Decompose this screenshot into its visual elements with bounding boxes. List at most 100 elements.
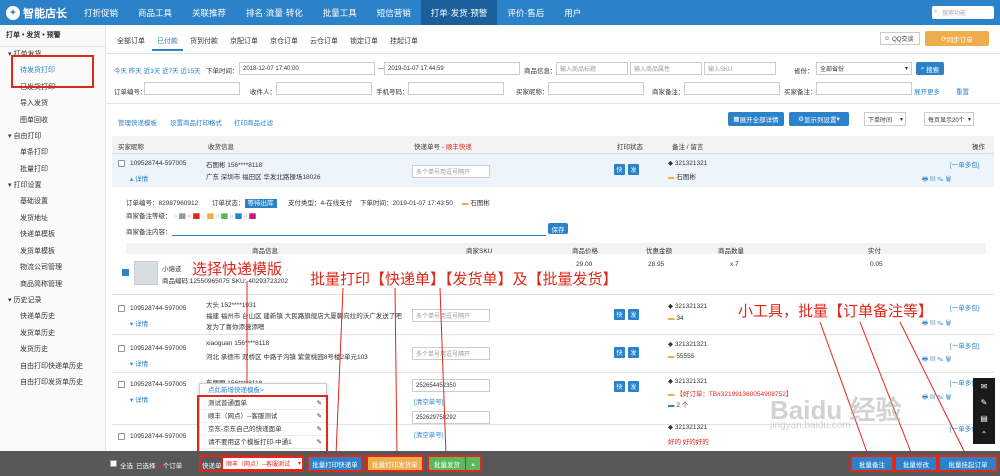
time-to-input[interactable]: 2019-01-07 17:44:59 — [384, 62, 520, 75]
nav-related[interactable]: 关联推荐 — [182, 0, 236, 25]
sidebar-item-basic[interactable]: 基础设置 — [0, 194, 105, 211]
sidebar-group-history[interactable]: ▾ 历史记录 — [0, 293, 105, 309]
sync-orders-button[interactable]: ⟳ 同步订单 — [925, 31, 989, 46]
tab-paid[interactable]: 已付款 — [152, 33, 183, 51]
tab-all[interactable]: 全部订单 — [112, 33, 150, 51]
display-cols-button[interactable]: ⚙ 显示列设置 ▾ — [789, 112, 849, 126]
row-action-icons[interactable]: 🖶 ▤ ✎ 🗑 — [922, 355, 951, 366]
delivery-print-button[interactable]: 发 — [628, 381, 639, 392]
nav-sms[interactable]: 短信营销 — [367, 0, 421, 25]
express-no-input[interactable]: 252654452350 — [412, 379, 490, 392]
express-no-input[interactable]: 多个单号用逗号隔开 — [412, 165, 490, 178]
order-by-select[interactable]: 下单时间 ▾ — [864, 112, 906, 126]
clear-express-link[interactable]: [清空单号] — [414, 396, 444, 406]
detail-toggle[interactable]: ▾ 详情 — [130, 358, 148, 368]
time-from-input[interactable]: 2018-12-07 17:40:00 — [239, 62, 375, 75]
detail-toggle[interactable]: ▴ 详情 — [130, 173, 148, 183]
row-action-icons[interactable]: 🖶 ▤ ✎ 🗑 — [922, 393, 951, 404]
nav-search-input[interactable]: ⌕ 搜索功能 — [932, 6, 994, 19]
message-icon[interactable]: ▤ — [973, 410, 995, 426]
quick-date-links[interactable]: 今天 昨天 近3天 近7天 近15天 — [114, 65, 201, 75]
tab-cod[interactable]: 货到付款 — [185, 33, 223, 51]
goods-print-format-link[interactable]: 设置商品打印格式 — [170, 117, 222, 127]
note-content-input[interactable] — [172, 223, 546, 236]
manage-express-tpl-link[interactable]: 管理快递模板 — [118, 117, 157, 127]
sidebar-item-delivery-history[interactable]: 发货单历史 — [0, 326, 105, 343]
split-package-link[interactable]: [一单多包] — [950, 302, 980, 312]
per-page-select[interactable]: 每页显示20个 ▾ — [924, 112, 974, 126]
sidebar-item-free-delivery-history[interactable]: 自由打印发货单历史 — [0, 375, 105, 392]
sidebar-group-print-settings[interactable]: ▾ 打印设置 — [0, 178, 105, 194]
sidebar-item-batch-print[interactable]: 批量打印 — [0, 162, 105, 179]
back-to-top-icon[interactable]: ⌃ — [973, 426, 995, 442]
goods-filter-link[interactable]: 打印商品过滤 — [234, 117, 273, 127]
nav-shipping[interactable]: 打单·发货·预警 — [420, 0, 498, 25]
sidebar-item-recycle[interactable]: 图单回收 — [0, 113, 105, 130]
row-checkbox[interactable] — [118, 160, 125, 167]
qq-chat-button[interactable]: ☺ QQ交谈 — [880, 32, 920, 45]
flag-level[interactable]: 商家备注等级： ○ ▇ ○ ▇ ○ ▇ ○ ▇ ○ ▇ ○ ▇ — [126, 210, 256, 220]
sidebar-item-delivery-tpl[interactable]: 发货单模板 — [0, 244, 105, 261]
sku-input[interactable]: 输入SKU — [704, 62, 776, 75]
sidebar-item-single-print[interactable]: 单条打印 — [0, 145, 105, 162]
express-no-input[interactable]: 多个单号用逗号隔开 — [412, 347, 490, 360]
sidebar-item-express-history[interactable]: 快递单历史 — [0, 309, 105, 326]
delivery-print-button[interactable]: 发 — [628, 164, 639, 175]
tab-jd-warehouse[interactable]: 京仓订单 — [265, 33, 303, 51]
sidebar-item-abbr[interactable]: 商品简称管理 — [0, 277, 105, 294]
row-checkbox[interactable] — [118, 305, 125, 312]
expand-all-button[interactable]: ▦ 展开全部详情 — [728, 112, 784, 126]
item-checkbox[interactable] — [122, 269, 129, 276]
mail-icon[interactable]: ✉ — [973, 378, 995, 394]
detail-toggle[interactable]: ▾ 详情 — [130, 394, 148, 404]
reset-link[interactable]: 重置 — [956, 86, 969, 96]
split-package-link[interactable]: [一单多包] — [950, 340, 980, 350]
save-note-button[interactable]: 保存 — [548, 223, 568, 234]
express-print-button[interactable]: 快 — [614, 381, 625, 392]
expand-more-link[interactable]: 展开更多 — [914, 86, 940, 96]
tab-cloud[interactable]: 云仓订单 — [305, 33, 343, 51]
search-button[interactable]: ⌕ 搜索 — [916, 62, 944, 75]
goods-title-input[interactable]: 输入商品标题 — [556, 62, 628, 75]
delivery-print-button[interactable]: 发 — [628, 347, 639, 358]
sidebar-item-address[interactable]: 发货地址 — [0, 211, 105, 228]
sidebar-item-ship-history[interactable]: 发货历史 — [0, 342, 105, 359]
nav-promo[interactable]: 打折促销 — [74, 0, 128, 25]
row-checkbox[interactable] — [118, 433, 125, 440]
phone-input[interactable] — [408, 82, 504, 95]
buyer-note-input[interactable] — [816, 82, 912, 95]
express-no-input[interactable]: 252629758292 — [412, 411, 490, 424]
nav-review[interactable]: 评价·售后 — [497, 0, 554, 25]
nav-ranking[interactable]: 排名·流量·转化 — [236, 0, 313, 25]
nav-goods[interactable]: 商品工具 — [128, 0, 182, 25]
sidebar-group-free-print[interactable]: ▾ 自由打印 — [0, 129, 105, 145]
express-print-button[interactable]: 快 — [614, 309, 625, 320]
detail-toggle[interactable]: ▾ 详情 — [130, 318, 148, 328]
row-checkbox[interactable] — [118, 345, 125, 352]
nav-user[interactable]: 用户 — [554, 0, 591, 25]
chat-icon[interactable]: ✎ — [973, 394, 995, 410]
goods-attr-input[interactable]: 输入商品属性 — [630, 62, 702, 75]
row-action-icons[interactable]: 🖶 ▤ ✎ 🗑 — [922, 175, 951, 186]
delivery-print-button[interactable]: 发 — [628, 309, 639, 320]
row-checkbox[interactable] — [118, 381, 125, 388]
merchant-note-input[interactable] — [684, 82, 780, 95]
sidebar-item-free-express-history[interactable]: 自由打印快递单历史 — [0, 359, 105, 376]
app-logo[interactable]: ✦ 智能店长 — [0, 5, 74, 21]
tab-jd-delivery[interactable]: 京配订单 — [225, 33, 263, 51]
clear-express-link[interactable]: [清空单号] — [414, 429, 444, 439]
buyer-nick-input[interactable] — [548, 82, 644, 95]
tab-suspended[interactable]: 挂起订单 — [385, 33, 423, 51]
express-no-input[interactable]: 多个单号用逗号隔开 — [412, 309, 490, 322]
split-package-link[interactable]: [一单多包] — [950, 159, 980, 169]
sidebar-item-logistics[interactable]: 物流公司管理 — [0, 260, 105, 277]
receiver-input[interactable] — [276, 82, 372, 95]
province-select[interactable]: 全部省份 ▾ — [816, 62, 912, 75]
select-all-checkbox[interactable] — [110, 460, 117, 467]
tab-locked[interactable]: 锁定订单 — [345, 33, 383, 51]
express-print-button[interactable]: 快 — [614, 347, 625, 358]
order-no-input[interactable] — [144, 82, 240, 95]
sidebar-item-import[interactable]: 导入发货 — [0, 96, 105, 113]
sidebar-item-express-tpl[interactable]: 快递单模板 — [0, 227, 105, 244]
express-print-button[interactable]: 快 — [614, 164, 625, 175]
